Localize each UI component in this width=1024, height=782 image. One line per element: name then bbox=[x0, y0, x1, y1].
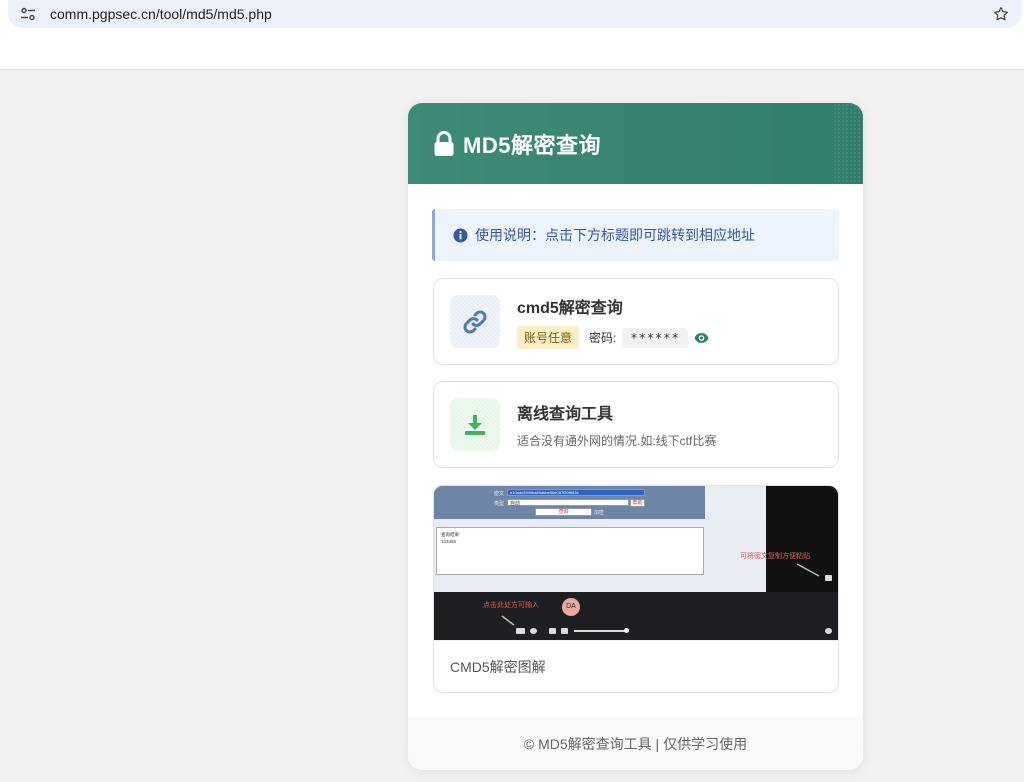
address-bar[interactable]: comm.pgpsec.cn/tool/md5/md5.php bbox=[8, 0, 1022, 28]
shot-help-button: 帮助 bbox=[630, 499, 645, 507]
usage-notice: 使用说明：点击下方标题即可跳转到相应地址 bbox=[432, 209, 839, 261]
shot-query-button: 查询 bbox=[535, 508, 592, 516]
password-label: 密码: bbox=[589, 331, 617, 345]
offline-tool-item[interactable]: 离线查询工具 适合没有通外网的情况.如:线下ctf比赛 bbox=[433, 381, 839, 468]
arrow-icon bbox=[796, 563, 820, 577]
shot-select: 自动 bbox=[507, 499, 629, 507]
download-icon bbox=[450, 398, 500, 451]
shot-input-value: e10adc3949ba59abbe56e057f20f883e bbox=[510, 490, 579, 495]
volume-icon bbox=[561, 628, 568, 634]
volume-slider bbox=[574, 630, 626, 632]
avatar: DA bbox=[562, 598, 580, 616]
clipboard-icon bbox=[825, 575, 832, 581]
offline-tool-description: 适合没有通外网的情况.如:线下ctf比赛 bbox=[517, 434, 717, 448]
url-text[interactable]: comm.pgpsec.cn/tool/md5/md5.php bbox=[50, 6, 992, 22]
usage-notice-text: 使用说明：点击下方标题即可跳转到相应地址 bbox=[475, 227, 755, 243]
shot-select-value: 自动 bbox=[510, 501, 521, 507]
shot-label-1: 密文 bbox=[494, 491, 505, 497]
shot-label-2: 类型 bbox=[494, 501, 505, 507]
link-icon bbox=[450, 295, 500, 348]
shot-result-box: 查询结果: 123456 bbox=[436, 527, 704, 575]
eye-icon[interactable] bbox=[694, 332, 709, 344]
emoji-icon bbox=[825, 628, 832, 634]
keyboard-icon bbox=[516, 628, 525, 634]
lock-icon bbox=[434, 130, 454, 156]
footer: © MD5解密查询工具 | 仅供学习使用 bbox=[408, 717, 863, 770]
site-settings-icon[interactable] bbox=[20, 7, 36, 21]
password-value: ****** bbox=[622, 327, 688, 348]
shot-result-value: 123456 bbox=[441, 539, 457, 544]
shot-result-title: 查询结果: bbox=[441, 532, 461, 537]
cmd5-link-item[interactable]: cmd5解密查询 账号任意 密码: ****** bbox=[433, 278, 839, 365]
offline-tool-title[interactable]: 离线查询工具 bbox=[517, 400, 716, 424]
pause-icon bbox=[549, 628, 556, 634]
info-icon bbox=[453, 227, 468, 243]
cmd5-guide-media[interactable]: 密文 e10adc3949ba59abbe56e057f20f883e 类型 自… bbox=[433, 485, 839, 693]
shot-annotation-left: 点击此处方可输入 bbox=[483, 602, 539, 609]
shot-encrypt-link: 加密 bbox=[594, 510, 605, 516]
bookmark-star-icon[interactable] bbox=[992, 5, 1010, 23]
shot-input: e10adc3949ba59abbe56e057f20f883e bbox=[507, 489, 645, 496]
account-badge: 账号任意 bbox=[517, 326, 580, 349]
page-title: MD5解密查询 bbox=[463, 132, 601, 158]
arrow-icon bbox=[501, 615, 515, 626]
shot-annotation-right: 可将密文复制方便粘贴 bbox=[740, 553, 810, 560]
refresh-icon bbox=[530, 628, 537, 634]
md5-tool-card: MD5解密查询 使用说明：点击下方标题即可跳转到相应地址 cmd5解密查询 账号… bbox=[408, 103, 863, 770]
card-header: MD5解密查询 bbox=[408, 103, 863, 184]
browser-chrome: comm.pgpsec.cn/tool/md5/md5.php bbox=[0, 0, 1024, 70]
media-caption[interactable]: CMD5解密图解 bbox=[434, 640, 838, 692]
guide-screenshot: 密文 e10adc3949ba59abbe56e057f20f883e 类型 自… bbox=[434, 486, 838, 640]
cmd5-link-title[interactable]: cmd5解密查询 bbox=[517, 294, 709, 318]
volume-knob bbox=[624, 628, 629, 633]
